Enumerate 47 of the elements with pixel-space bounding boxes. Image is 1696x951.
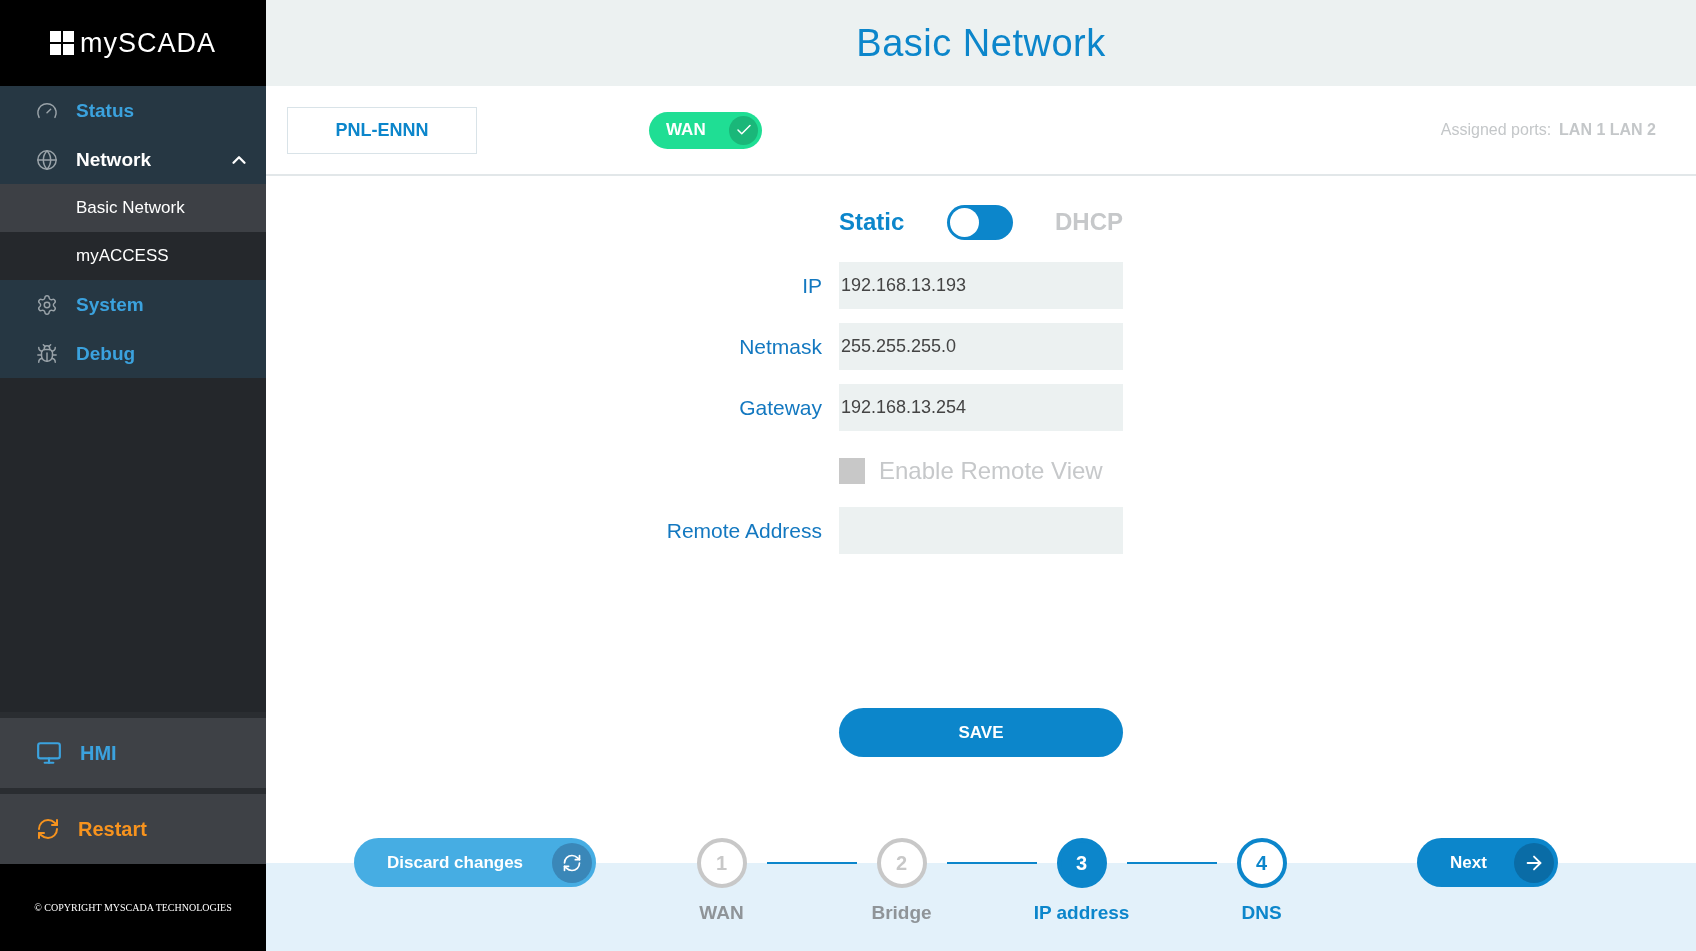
field-label: IP bbox=[802, 273, 822, 298]
mode-switch[interactable] bbox=[946, 204, 1013, 240]
dhcp-label: DHCP bbox=[1055, 208, 1123, 236]
restart-label: Restart bbox=[78, 817, 147, 841]
nav-item[interactable]: Network bbox=[0, 135, 266, 184]
settings-icon bbox=[36, 293, 58, 316]
step-label: DNS bbox=[1241, 902, 1282, 924]
logo-icon bbox=[50, 31, 74, 55]
save-button[interactable]: SAVE bbox=[839, 708, 1123, 757]
static-label: Static bbox=[839, 208, 905, 236]
bug-icon bbox=[36, 342, 58, 365]
nav-item[interactable]: System bbox=[0, 280, 266, 329]
checkbox[interactable] bbox=[839, 458, 865, 484]
page-title: Basic Network bbox=[856, 21, 1106, 65]
step-circle[interactable]: 4 bbox=[1236, 838, 1287, 888]
copyright-text: © COPYRIGHT MYSCADA TECHNOLOGIES bbox=[0, 864, 266, 951]
restart-item[interactable]: Restart bbox=[0, 788, 266, 864]
step-label: WAN bbox=[699, 902, 744, 924]
nav-subitem[interactable]: Basic Network bbox=[0, 184, 266, 232]
nav-label: Debug bbox=[76, 342, 137, 365]
nav-label: Status bbox=[76, 99, 136, 122]
input-field[interactable]: 192.168.13.193 bbox=[839, 262, 1123, 309]
refresh-icon bbox=[36, 817, 60, 841]
field-label: Netmask bbox=[739, 334, 822, 359]
nav-item[interactable]: Debug bbox=[0, 329, 266, 378]
monitor-icon bbox=[36, 740, 62, 766]
field-label: Remote Address bbox=[666, 518, 822, 543]
hmi-item[interactable]: HMI bbox=[0, 712, 266, 788]
input-field[interactable]: 192.168.13.254 bbox=[839, 384, 1123, 431]
hmi-label: HMI bbox=[80, 741, 117, 765]
interface-tab[interactable]: PNL-ENNN bbox=[287, 106, 477, 154]
step-circle[interactable]: 3 bbox=[1056, 838, 1107, 888]
next-button[interactable]: Next bbox=[1417, 838, 1558, 887]
ports-value: LAN 1 LAN 2 bbox=[1559, 121, 1656, 139]
step-label: IP address bbox=[1033, 902, 1130, 924]
nav-label: System bbox=[76, 293, 145, 316]
refresh-icon bbox=[562, 852, 582, 873]
globe-icon bbox=[36, 148, 58, 171]
nav-item[interactable]: Status bbox=[0, 86, 266, 135]
input-field[interactable]: 255.255.255.0 bbox=[839, 323, 1123, 370]
discard-button[interactable]: Discard changes bbox=[354, 838, 596, 887]
checkbox-label: Enable Remote View bbox=[879, 457, 1103, 485]
step-label: Bridge bbox=[871, 902, 932, 924]
nav-label: Network bbox=[76, 148, 152, 171]
field-label: Gateway bbox=[739, 395, 822, 420]
ports-label: Assigned ports: bbox=[1440, 121, 1552, 139]
logo-text: mySCADA bbox=[80, 27, 216, 59]
